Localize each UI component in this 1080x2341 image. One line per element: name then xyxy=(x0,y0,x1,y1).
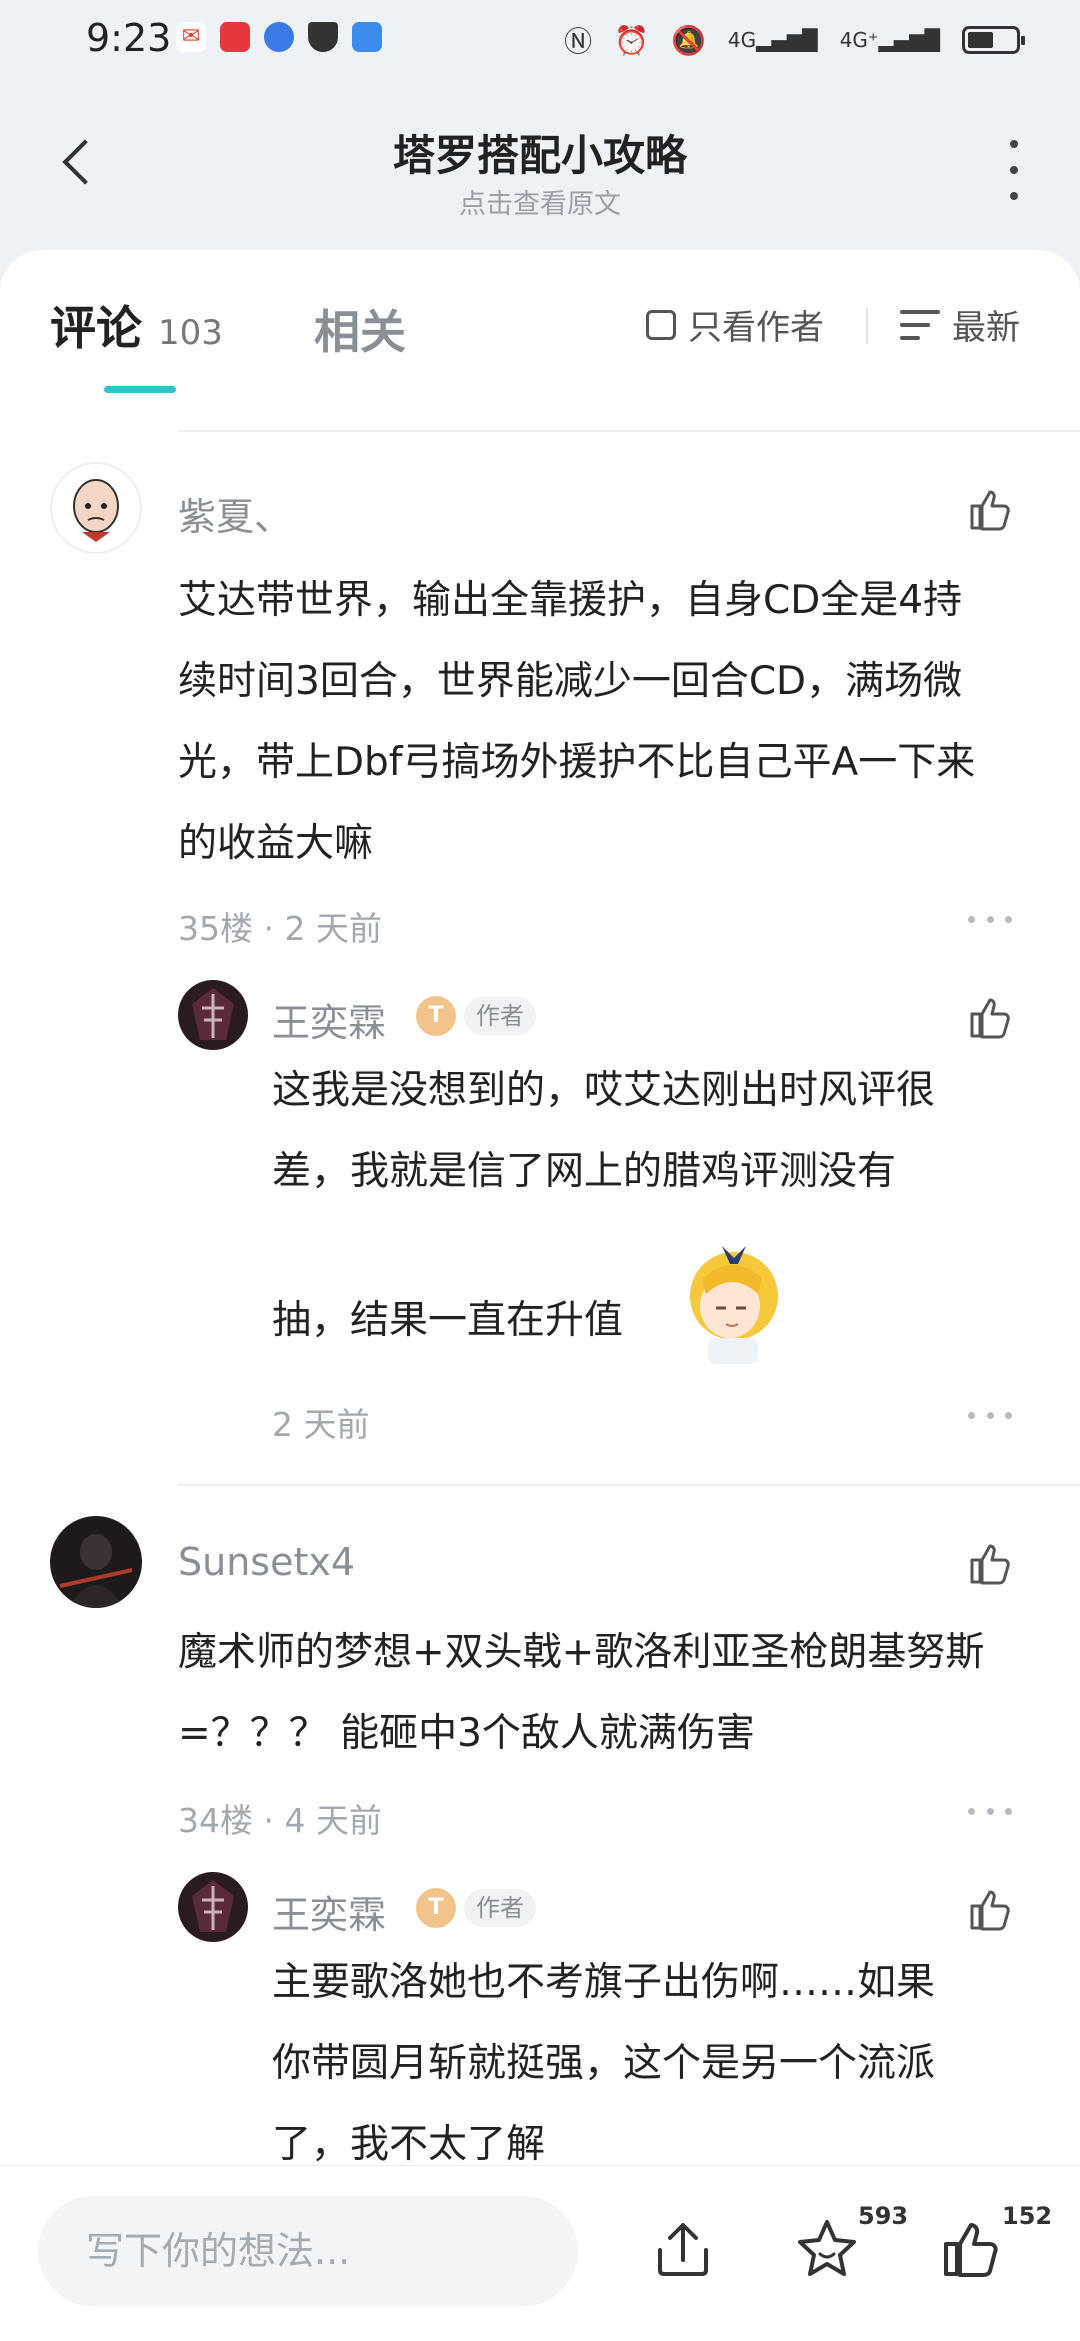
comment-more-button[interactable] xyxy=(968,916,1012,926)
divider xyxy=(178,1484,1080,1486)
cloud-icon xyxy=(352,22,382,52)
shield-icon xyxy=(308,22,338,52)
view-original-link[interactable]: 点击查看原文 xyxy=(0,182,1080,221)
tab-comments-count: 103 xyxy=(158,313,223,353)
like-count: 152 xyxy=(1002,2202,1053,2230)
divider xyxy=(178,430,1080,432)
more-menu-button[interactable] xyxy=(994,140,1034,200)
comment-meta: 34楼 · 4 天前 xyxy=(178,1801,382,1840)
like-icon[interactable] xyxy=(936,2214,1006,2284)
tab-bar: 评论 103 相关 只看作者 最新 xyxy=(0,250,1080,430)
author-badge: 作者 xyxy=(464,997,536,1035)
comment-text-line: 艾达带世界，输出全靠援护，自身CD全是4持 xyxy=(178,578,963,623)
system-icons: Ⓝ ⏰ 🔕 4G▂▄▆█ 4G⁺▂▄▆█ xyxy=(564,20,1025,60)
comment-username[interactable]: 紫夏、 xyxy=(178,486,292,541)
reply-meta: 2 天前 xyxy=(272,1405,370,1444)
tab-comments-label: 评论 xyxy=(50,301,142,355)
comment-text-line: 光，带上Dbf弓搞场外援护不比自己平A一下来 xyxy=(178,740,976,785)
level-badge: T xyxy=(416,996,456,1036)
status-bar: 9:23 ✉ Ⓝ ⏰ 🔕 4G▂▄▆█ 4G⁺▂▄▆█ xyxy=(0,0,1080,84)
comment-more-button[interactable] xyxy=(968,1808,1012,1818)
page-title: 塔罗搭配小攻略 xyxy=(392,131,687,180)
like-icon[interactable] xyxy=(964,1884,1016,1936)
reply-text-line: 这我是没想到的，哎艾达刚出时风评很 xyxy=(272,1068,936,1113)
alarm-icon: ⏰ xyxy=(614,23,650,57)
reply-text-line: 抽，结果一直在升值 xyxy=(272,1298,624,1343)
cartoon-face-icon xyxy=(73,479,119,542)
avatar[interactable] xyxy=(50,1516,142,1608)
reply-text-line: 你带圆月斩就挺强，这个是另一个流派 xyxy=(272,2041,936,2086)
comment-text-line: 魔术师的梦想+双头戟+歌洛利亚圣枪朗基努斯 xyxy=(178,1630,985,1675)
comments-sheet: 评论 103 相关 只看作者 最新 紫夏、 艾达带世界，输出全靠援护，自身CD全… xyxy=(0,250,1080,2340)
globe-icon xyxy=(264,22,294,52)
nfc-icon: Ⓝ xyxy=(564,25,593,58)
comment-meta: 35楼 · 2 天前 xyxy=(178,909,382,948)
like-icon[interactable] xyxy=(964,1538,1016,1590)
comment-text-line: 续时间3回合，世界能减少一回合CD，满场微 xyxy=(178,659,963,704)
status-time: 9:23 xyxy=(86,16,172,60)
sort-label: 最新 xyxy=(952,308,1020,348)
mail-icon: ✉ xyxy=(176,22,206,52)
checkbox-icon xyxy=(646,309,676,340)
like-icon[interactable] xyxy=(964,484,1016,536)
active-tab-indicator xyxy=(104,386,176,393)
favorite-star-icon[interactable] xyxy=(792,2214,862,2284)
reply-text-line: 主要歌洛她也不考旗子出伤啊……如果 xyxy=(272,1960,936,2005)
mute-icon: 🔕 xyxy=(671,23,706,57)
favorite-count: 593 xyxy=(858,2202,909,2230)
battery-fill xyxy=(968,32,993,48)
level-badge: T xyxy=(416,1888,456,1928)
comment-username[interactable]: Sunsetx4 xyxy=(178,1540,355,1584)
comment-input[interactable] xyxy=(38,2196,578,2306)
reply-text: 主要歌洛她也不考旗子出伤啊……如果 你带圆月斩就挺强，这个是另一个流派 了，我不… xyxy=(272,1942,1042,2185)
divider xyxy=(866,308,868,344)
comment-text-line: =？？？ 能砸中3个敌人就满伤害 xyxy=(178,1711,755,1756)
reply-username[interactable]: 王奕霖 xyxy=(272,992,386,1047)
comment-text: 艾达带世界，输出全靠援护，自身CD全是4持 续时间3回合，世界能减少一回合CD，… xyxy=(178,560,1048,884)
comment-text: 魔术师的梦想+双头戟+歌洛利亚圣枪朗基努斯 =？？？ 能砸中3个敌人就满伤害 xyxy=(178,1612,1048,1774)
sort-icon xyxy=(900,308,940,342)
notification-icons: ✉ xyxy=(176,22,382,52)
only-author-toggle[interactable]: 只看作者 xyxy=(646,300,824,349)
signal-icon: 4G⁺▂▄▆█ xyxy=(839,28,940,52)
author-badge: 作者 xyxy=(464,1889,536,1927)
dark-character-icon xyxy=(59,1534,133,1608)
avatar[interactable] xyxy=(178,980,248,1050)
sticker-image xyxy=(672,1230,792,1370)
tab-related[interactable]: 相关 xyxy=(314,296,406,362)
reply-username[interactable]: 王奕霖 xyxy=(272,1884,386,1939)
like-icon[interactable] xyxy=(964,992,1016,1044)
comment-text-line: 的收益大嘛 xyxy=(178,821,374,866)
battery-icon xyxy=(962,26,1025,54)
avatar[interactable] xyxy=(50,462,142,554)
avatar[interactable] xyxy=(178,1872,248,1942)
reply-text: 这我是没想到的，哎艾达刚出时风评很 差，我就是信了网上的腊鸡评测没有 xyxy=(272,1050,1032,1212)
only-author-label: 只看作者 xyxy=(688,308,824,348)
reply-text-line: 差，我就是信了网上的腊鸡评测没有 xyxy=(272,1149,897,1194)
emblem-avatar-icon xyxy=(192,1880,234,1932)
top-app-bar: 塔罗搭配小攻略 点击查看原文 xyxy=(0,84,1080,254)
tab-comments[interactable]: 评论 103 xyxy=(50,292,223,358)
sort-button[interactable]: 最新 xyxy=(900,300,1020,349)
red-app-icon xyxy=(220,22,250,52)
bottom-action-bar: 593 152 xyxy=(0,2165,1080,2341)
signal-icon: 4G▂▄▆█ xyxy=(727,28,818,52)
emblem-avatar-icon xyxy=(192,988,234,1040)
share-icon[interactable] xyxy=(648,2214,718,2284)
reply-more-button[interactable] xyxy=(968,1412,1012,1422)
